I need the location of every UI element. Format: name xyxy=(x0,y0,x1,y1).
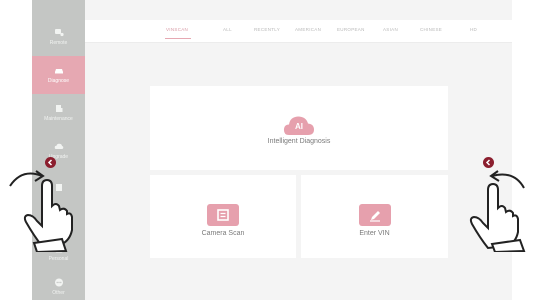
enter-vin-label: Enter VIN xyxy=(359,230,390,237)
brand-tabs-bar: VINSCAN ALL RECENTLY AMERICAN EUROPEAN A… xyxy=(85,20,512,43)
cloud-upgrade-icon xyxy=(54,143,63,149)
sidebar-item-remote[interactable]: Remote xyxy=(32,18,85,56)
sidebar-item-label: Diagnose xyxy=(47,78,70,84)
sidebar-item-label: Maintenance xyxy=(44,116,73,122)
tab-recently[interactable]: RECENTLY xyxy=(254,27,280,32)
sidebar-item-maintenance[interactable]: Maintenance xyxy=(32,94,85,132)
tab-asian[interactable]: ASIAN xyxy=(383,27,398,32)
remote-icon xyxy=(54,29,64,37)
wrench-icon xyxy=(55,105,62,112)
enter-vin-card[interactable]: Enter VIN xyxy=(301,175,448,258)
tab-all[interactable]: ALL xyxy=(223,27,232,32)
tab-chinese[interactable]: CHINESE xyxy=(420,27,442,32)
tab-american[interactable]: AMERICAN xyxy=(295,27,321,32)
camera-scan-card[interactable]: Camera Scan xyxy=(150,175,296,258)
active-tab-indicator xyxy=(165,38,191,39)
app-screen: Remote Diagnose Maintenance Upgrade Pers… xyxy=(32,0,512,300)
ai-cloud-icon: AI xyxy=(283,114,315,136)
camera-scan-icon xyxy=(207,204,239,226)
intelligent-diagnosis-card[interactable]: AI Intelligent Diagnosis xyxy=(150,86,448,170)
tab-hd[interactable]: HD xyxy=(470,27,477,32)
dots-icon xyxy=(54,278,63,287)
sidebar-item-label: Other xyxy=(52,290,65,296)
swipe-hand-right-icon xyxy=(469,170,526,252)
intelligent-diagnosis-label: Intelligent Diagnosis xyxy=(267,138,331,145)
pencil-icon xyxy=(359,204,391,226)
car-icon xyxy=(54,69,63,74)
sidebar-item-label: Personal xyxy=(48,256,69,262)
tab-european[interactable]: EUROPEAN xyxy=(337,27,365,32)
sidebar: Remote Diagnose Maintenance Upgrade Pers… xyxy=(32,0,85,300)
camera-scan-label: Camera Scan xyxy=(201,230,245,237)
sidebar-item-diagnose[interactable]: Diagnose xyxy=(32,56,85,94)
tab-vinscan[interactable]: VINSCAN xyxy=(166,27,188,32)
swipe-hand-left-icon xyxy=(9,170,73,252)
sidebar-item-other[interactable]: Other xyxy=(32,268,85,300)
sidebar-item-label: Remote xyxy=(49,40,68,46)
sidebar-item-upgrade[interactable]: Upgrade xyxy=(32,132,85,170)
ai-badge-label: AI xyxy=(295,122,303,131)
